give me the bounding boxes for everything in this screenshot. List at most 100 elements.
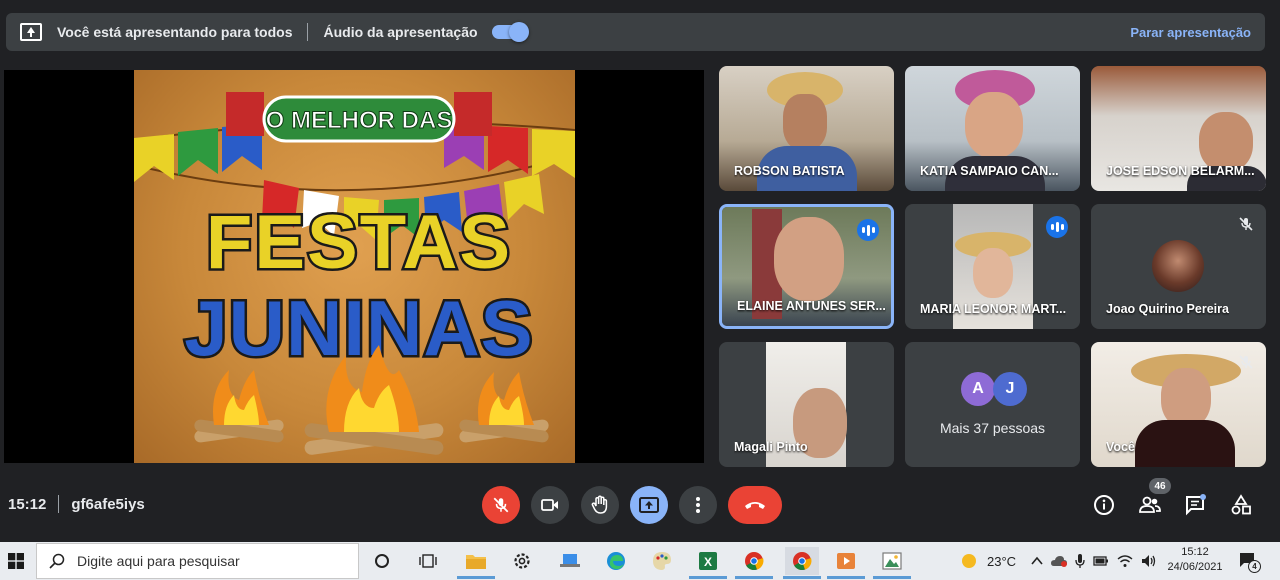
image-viewer-taskbar-button[interactable]: [878, 547, 906, 575]
show-everyone-button[interactable]: [1137, 492, 1163, 518]
edge-browser-icon: [607, 552, 625, 570]
slide-artwork: O MELHOR DAS FESTAS JUNINAS: [134, 92, 575, 455]
image-icon: [882, 552, 902, 570]
sun-icon: [962, 554, 976, 568]
microphone-icon[interactable]: [1075, 553, 1085, 569]
chrome-meet-taskbar-button[interactable]: [785, 547, 819, 575]
activities-button[interactable]: [1228, 492, 1254, 518]
more-participants-label: Mais 37 pessoas: [939, 420, 1046, 436]
hand-icon: [591, 495, 608, 514]
laptop-icon: [560, 554, 580, 567]
action-center-button[interactable]: 4: [1238, 551, 1262, 573]
mic-off-icon: [1239, 355, 1253, 369]
meeting-info-divider: [58, 495, 60, 513]
settings-taskbar-button[interactable]: [508, 547, 536, 575]
participant-tile[interactable]: KATIA SAMPAIO CAN...: [905, 66, 1080, 191]
more-options-button[interactable]: [679, 486, 717, 524]
raise-hand-button[interactable]: [581, 486, 619, 524]
meeting-time: 15:12: [8, 495, 47, 513]
participant-face: [1161, 368, 1211, 428]
paint-taskbar-button[interactable]: [648, 547, 676, 575]
slide-title-line2: JUNINAS: [184, 284, 533, 372]
info-icon: [1094, 495, 1114, 515]
leave-call-button[interactable]: [728, 486, 782, 524]
active-app-indicator: [873, 576, 911, 579]
participant-name: ELAINE ANTUNES SER...: [737, 299, 886, 313]
mic-off-icon: [493, 497, 509, 513]
cortana-circle-icon: [375, 554, 389, 568]
active-app-indicator: [827, 576, 865, 579]
participant-tile[interactable]: ROBSON BATISTA: [719, 66, 894, 191]
gear-icon: [514, 553, 530, 569]
active-app-indicator: [457, 576, 495, 579]
slide-title-line1: FESTAS: [206, 200, 512, 285]
people-icon: [1139, 496, 1161, 513]
participant-face: [774, 217, 844, 301]
stop-presenting-button[interactable]: Parar apresentação: [1130, 25, 1251, 40]
participant-tile[interactable]: Joao Quirino Pereira: [1091, 204, 1266, 329]
cortana-button[interactable]: [368, 547, 396, 575]
laptop-app-taskbar-button[interactable]: [556, 547, 584, 575]
chevron-up-icon[interactable]: [1031, 556, 1043, 566]
presentation-audio-label: Áudio da apresentação: [323, 24, 478, 40]
more-participants-tile[interactable]: A J Mais 37 pessoas: [905, 342, 1080, 467]
meeting-details-button[interactable]: [1091, 492, 1117, 518]
video-camera-icon: [541, 499, 558, 511]
windows-logo-icon: [8, 553, 24, 569]
start-button[interactable]: [0, 542, 32, 580]
onedrive-status-icon[interactable]: [1051, 554, 1067, 568]
volume-icon[interactable]: [1141, 554, 1157, 568]
chrome-profile-taskbar-button[interactable]: [740, 547, 768, 575]
presenting-status-text: Você está apresentando para todos: [57, 24, 293, 40]
participant-face: [1199, 112, 1253, 172]
self-view-tile[interactable]: Você: [1091, 342, 1266, 467]
participant-tile[interactable]: MARIA LEONOR MART...: [905, 204, 1080, 329]
banner-divider: [307, 23, 309, 41]
present-now-button[interactable]: [630, 486, 668, 524]
camera-toggle-button[interactable]: [531, 486, 569, 524]
battery-icon[interactable]: [1093, 555, 1109, 567]
search-placeholder: Digite aqui para pesquisar: [77, 553, 240, 569]
excel-taskbar-button[interactable]: X: [694, 547, 722, 575]
file-explorer-taskbar-button[interactable]: [462, 547, 490, 575]
presentation-slide: O MELHOR DAS FESTAS JUNINAS: [134, 70, 575, 463]
meeting-code: gf6afe5iys: [71, 495, 145, 513]
presenting-banner: Você está apresentando para todos Áudio …: [6, 13, 1265, 51]
bonfire-right: [459, 372, 549, 443]
folder-icon: [466, 555, 486, 569]
more-vertical-icon: [696, 497, 700, 513]
participant-name: Você: [1106, 440, 1135, 454]
participant-tile[interactable]: ELAINE ANTUNES SER...: [719, 204, 894, 329]
bonfire-left: [194, 370, 284, 443]
presentation-audio-toggle[interactable]: [491, 22, 529, 42]
edge-taskbar-button[interactable]: [602, 547, 630, 575]
weather-widget[interactable]: 23°C: [960, 542, 1016, 580]
participant-face: [965, 92, 1023, 158]
participant-initial-avatar: A: [961, 372, 995, 406]
active-app-indicator: [783, 576, 821, 579]
taskbar-clock[interactable]: 15:12 24/06/2021: [1165, 545, 1225, 575]
chrome-icon: [745, 552, 764, 571]
temperature-text: 23°C: [987, 553, 1017, 569]
activities-shapes-icon: [1231, 494, 1251, 515]
media-player-taskbar-button[interactable]: [832, 547, 860, 575]
clock-date: 24/06/2021: [1167, 561, 1223, 573]
microphone-toggle-button[interactable]: [482, 486, 520, 524]
participant-tile[interactable]: Magali Pinto: [719, 342, 894, 467]
participant-count-badge: 46: [1149, 478, 1171, 494]
task-view-button[interactable]: [414, 547, 442, 575]
mic-off-icon: [1239, 217, 1253, 231]
chat-icon: [1186, 494, 1206, 516]
participant-tile[interactable]: JOSE EDSON BELARM...: [1091, 66, 1266, 191]
participant-name: Joao Quirino Pereira: [1106, 302, 1229, 316]
search-icon: [49, 553, 65, 569]
clock-time: 15:12: [1181, 546, 1209, 558]
taskbar-search-input[interactable]: Digite aqui para pesquisar: [36, 543, 359, 579]
wifi-icon[interactable]: [1117, 554, 1133, 568]
chat-button[interactable]: [1182, 492, 1208, 518]
participant-name: KATIA SAMPAIO CAN...: [920, 164, 1059, 178]
active-app-indicator: [735, 576, 773, 579]
toggle-knob: [508, 22, 529, 42]
participant-shirt: [1135, 420, 1235, 467]
system-tray: [1031, 542, 1157, 580]
